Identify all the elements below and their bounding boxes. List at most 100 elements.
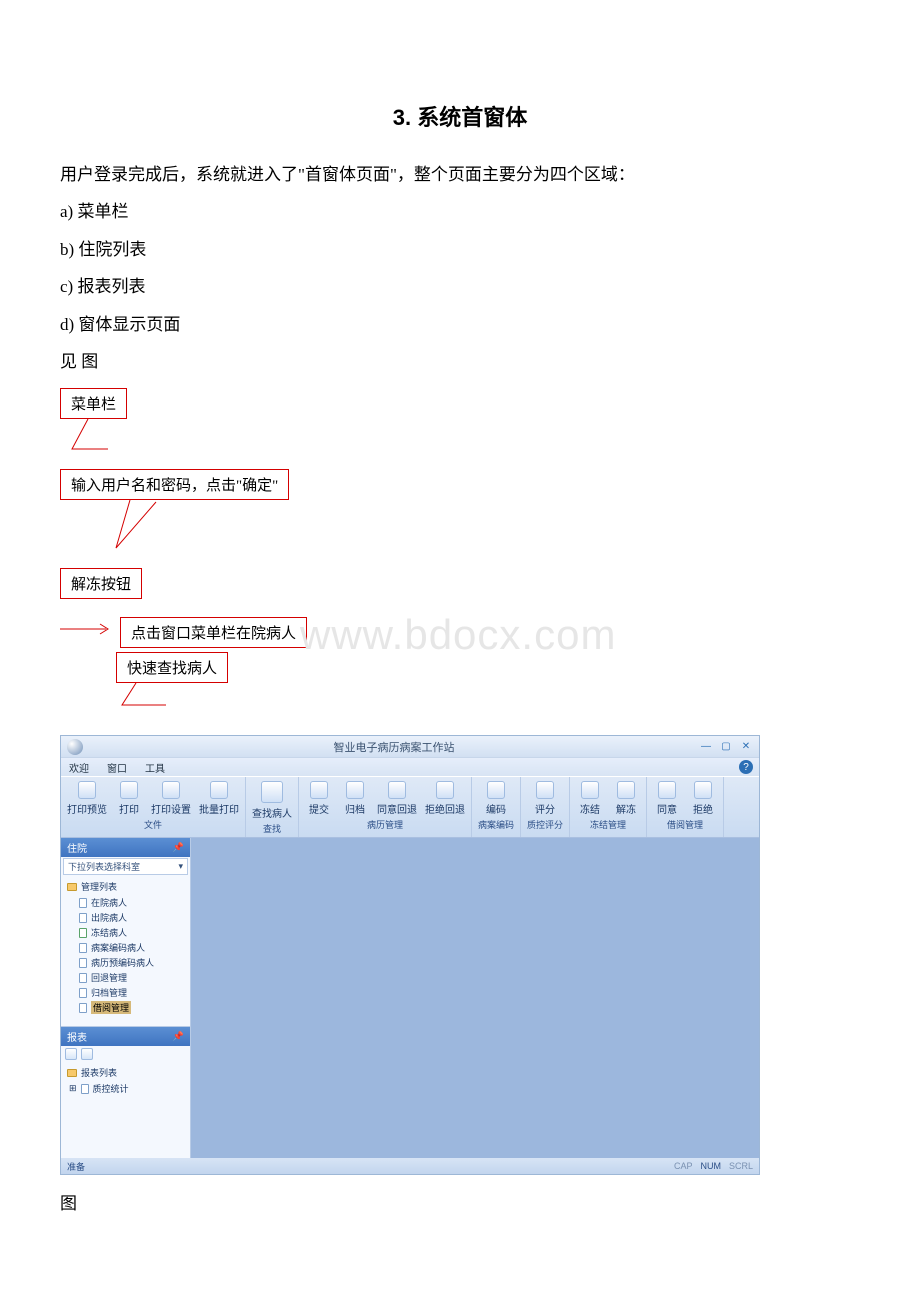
reject-rollback-button[interactable]: 拒绝回退 bbox=[425, 781, 465, 816]
menu-window[interactable]: 窗口 bbox=[107, 760, 127, 775]
status-ready: 准备 bbox=[67, 1160, 85, 1173]
ribbon-group-label: 借阅管理 bbox=[667, 818, 703, 831]
tree-item-archive[interactable]: 归档管理 bbox=[79, 985, 186, 1000]
statusbar: 准备 CAP NUM SCRL bbox=[61, 1158, 759, 1174]
archive-button[interactable]: 归档 bbox=[341, 781, 369, 816]
tree-item-qc-stats[interactable]: ⊞质控统计 bbox=[79, 1081, 186, 1096]
print-button[interactable]: 打印 bbox=[115, 781, 143, 816]
pin-icon[interactable]: 📌 bbox=[173, 842, 184, 853]
ribbon-group-file: 打印预览 打印 打印设置 批量打印 文件 bbox=[61, 777, 246, 837]
window-title: 智业电子病历病案工作站 bbox=[89, 739, 699, 755]
toolbar-icon[interactable] bbox=[81, 1048, 93, 1060]
label: 查找病人 bbox=[252, 805, 292, 820]
submit-button[interactable]: 提交 bbox=[305, 781, 333, 816]
search-icon bbox=[261, 781, 283, 803]
freeze-button[interactable]: 冻结 bbox=[576, 781, 604, 816]
print-settings-button[interactable]: 打印设置 bbox=[151, 781, 191, 816]
tree-root[interactable]: 报表列表 bbox=[67, 1066, 186, 1079]
folder-icon bbox=[67, 1069, 77, 1077]
ribbon-group-label: 质控评分 bbox=[527, 818, 563, 831]
callout-click-inpatient: 点击窗口菜单栏在院病人 bbox=[120, 617, 307, 648]
ribbon-group-find: 查找病人 查找 bbox=[246, 777, 299, 837]
label: 评分 bbox=[535, 801, 555, 816]
close-button[interactable]: ✕ bbox=[739, 740, 753, 754]
approve-icon bbox=[658, 781, 676, 799]
chevron-down-icon: ▾ bbox=[178, 861, 183, 872]
batch-print-icon bbox=[210, 781, 228, 799]
report-panel: 报表 📌 报表列表 ⊞质控统计 bbox=[61, 1026, 190, 1158]
maximize-button[interactable]: ▢ bbox=[719, 740, 733, 754]
callout-quick-find: 快速查找病人 bbox=[116, 652, 228, 683]
tree-root[interactable]: 管理列表 bbox=[67, 880, 186, 893]
doc-icon bbox=[79, 943, 87, 953]
batch-print-button[interactable]: 批量打印 bbox=[199, 781, 239, 816]
archive-icon bbox=[346, 781, 364, 799]
doc-icon bbox=[79, 973, 87, 983]
label: 打印设置 bbox=[151, 801, 191, 816]
status-cap: CAP bbox=[674, 1161, 693, 1171]
tree-item-inpatient[interactable]: 在院病人 bbox=[79, 895, 186, 910]
tree-item-rollback[interactable]: 回退管理 bbox=[79, 970, 186, 985]
section-heading: 3. 系统首窗体 bbox=[60, 100, 860, 132]
label: 冻结病人 bbox=[91, 926, 127, 939]
doc-icon bbox=[79, 958, 87, 968]
menubar: 欢迎 窗口 工具 ? bbox=[61, 758, 759, 776]
menu-tools[interactable]: 工具 bbox=[145, 760, 165, 775]
callout-login: 输入用户名和密码，点击"确定" bbox=[60, 469, 289, 500]
pin-icon[interactable]: 📌 bbox=[173, 1031, 184, 1042]
score-button[interactable]: 评分 bbox=[531, 781, 559, 816]
print-preview-button[interactable]: 打印预览 bbox=[67, 781, 107, 816]
print-settings-icon bbox=[162, 781, 180, 799]
doc-icon bbox=[81, 1084, 89, 1094]
list-item-b: b) 住院列表 bbox=[60, 231, 860, 268]
label: 住院 bbox=[67, 840, 87, 855]
tree-item-discharged[interactable]: 出院病人 bbox=[79, 910, 186, 925]
label: 拒绝回退 bbox=[425, 801, 465, 816]
code-button[interactable]: 编码 bbox=[482, 781, 510, 816]
help-icon[interactable]: ? bbox=[739, 760, 753, 774]
label: 报表 bbox=[67, 1029, 87, 1044]
label: 冻结 bbox=[580, 801, 600, 816]
reject-borrow-button[interactable]: 拒绝 bbox=[689, 781, 717, 816]
callout-tail-icon bbox=[60, 500, 180, 556]
tree-item-coded[interactable]: 病案编码病人 bbox=[79, 940, 186, 955]
label: 下拉列表选择科室 bbox=[68, 860, 140, 873]
label: 打印预览 bbox=[67, 801, 107, 816]
approve-borrow-button[interactable]: 同意 bbox=[653, 781, 681, 816]
tree-item-precoded[interactable]: 病历预编码病人 bbox=[79, 955, 186, 970]
label: 质控统计 bbox=[93, 1082, 129, 1095]
label: 打印 bbox=[119, 801, 139, 816]
menu-welcome[interactable]: 欢迎 bbox=[69, 760, 89, 775]
list-item-c: c) 报表列表 bbox=[60, 268, 860, 305]
expand-icon[interactable]: ⊞ bbox=[69, 1083, 77, 1094]
unfreeze-button[interactable]: 解冻 bbox=[612, 781, 640, 816]
toolbar-icon[interactable] bbox=[65, 1048, 77, 1060]
label: 病案编码病人 bbox=[91, 941, 145, 954]
ribbon-group-label: 冻结管理 bbox=[590, 818, 626, 831]
ribbon-group-label: 病案编码 bbox=[478, 818, 514, 831]
label: 批量打印 bbox=[199, 801, 239, 816]
find-patient-button[interactable]: 查找病人 bbox=[252, 781, 292, 820]
label: 编码 bbox=[486, 801, 506, 816]
report-panel-header[interactable]: 报表 📌 bbox=[61, 1027, 190, 1046]
label: 出院病人 bbox=[91, 911, 127, 924]
label: 解冻 bbox=[616, 801, 636, 816]
tree-item-frozen[interactable]: 冻结病人 bbox=[79, 925, 186, 940]
figure-label: 图 bbox=[60, 1185, 860, 1222]
ribbon-group-code: 编码 病案编码 bbox=[472, 777, 521, 837]
list-item-a: a) 菜单栏 bbox=[60, 193, 860, 230]
freeze-icon bbox=[581, 781, 599, 799]
doc-icon bbox=[79, 928, 87, 938]
ribbon-group-manage: 提交 归档 同意回退 拒绝回退 病历管理 bbox=[299, 777, 472, 837]
inpatient-panel-header[interactable]: 住院 📌 bbox=[61, 838, 190, 857]
score-icon bbox=[536, 781, 554, 799]
status-num: NUM bbox=[700, 1161, 721, 1171]
minimize-button[interactable]: — bbox=[699, 740, 713, 754]
approve-icon bbox=[388, 781, 406, 799]
submit-icon bbox=[310, 781, 328, 799]
doc-icon bbox=[79, 913, 87, 923]
dept-dropdown[interactable]: 下拉列表选择科室 ▾ bbox=[63, 858, 188, 875]
approve-rollback-button[interactable]: 同意回退 bbox=[377, 781, 417, 816]
callout-unfreeze: 解冻按钮 bbox=[60, 568, 142, 599]
report-toolbar bbox=[61, 1046, 190, 1062]
